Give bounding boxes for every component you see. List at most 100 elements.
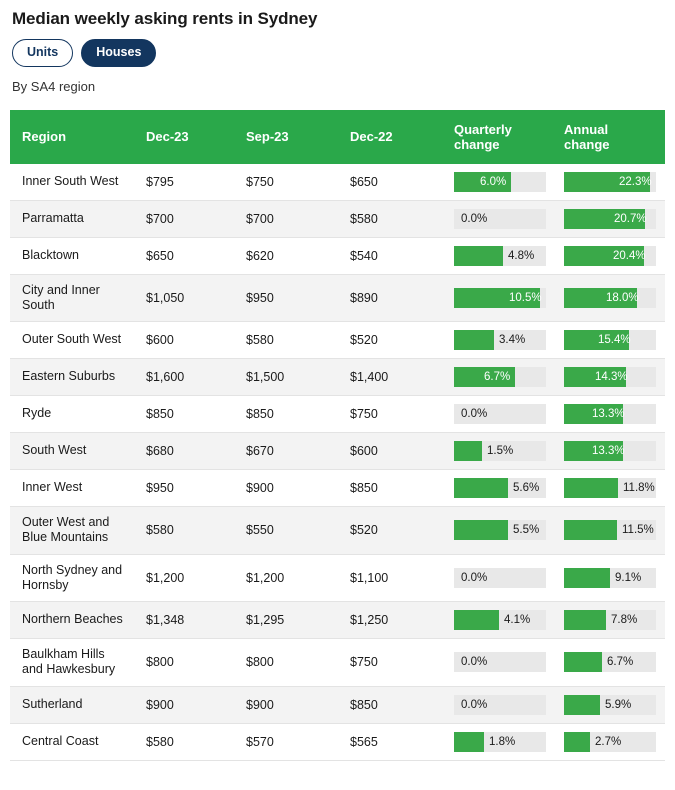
cell-sep23: $1,500 xyxy=(236,358,340,396)
cell-dec23: $900 xyxy=(136,686,236,724)
bar-value-label: 6.7% xyxy=(484,371,511,383)
table-header: Region Dec-23 Sep-23 Dec-22 Quarterly ch… xyxy=(10,109,665,164)
cell-region: Outer South West xyxy=(10,321,136,359)
bar-value-label: 6.0% xyxy=(480,175,507,188)
bar-track: 5.5% xyxy=(454,520,546,541)
table-row: Eastern Suburbs $1,600 $1,500 $1,400 6.7% 14.… xyxy=(10,358,665,396)
bar-fill xyxy=(454,330,494,350)
bar-track: 0.0% xyxy=(454,694,546,715)
cell-dec23: $1,200 xyxy=(136,554,236,602)
cell-region: Northern Beaches xyxy=(10,601,136,639)
column-header-sep23: Sep-23 xyxy=(236,109,340,164)
table-container: Region Dec-23 Sep-23 Dec-22 Quarterly ch… xyxy=(0,94,675,761)
toggle-houses[interactable]: Houses xyxy=(81,39,157,67)
cell-quarterly-change: 4.1% xyxy=(444,601,554,639)
cell-region: South West xyxy=(10,432,136,470)
table-row: Outer West and Blue Mountains $580 $550 $52… xyxy=(10,506,665,555)
cell-dec23: $600 xyxy=(136,321,236,359)
bar-value-label: 13.3% xyxy=(592,408,625,420)
bar-value-label: 11.8% xyxy=(623,482,655,494)
bar-fill xyxy=(454,245,503,266)
page-subtitle: By SA4 region xyxy=(12,78,96,94)
bar-value-label: 5.6% xyxy=(513,482,540,494)
cell-sep23: $580 xyxy=(236,321,340,359)
rent-table-page: Median weekly asking rents in Sydney Uni… xyxy=(0,0,675,790)
bar-fill xyxy=(564,694,600,715)
bar-value-label: 0.0% xyxy=(461,408,488,420)
cell-dec22: $600 xyxy=(340,432,444,470)
bar-track: 13.3% xyxy=(564,441,656,461)
cell-annual-change: 22.3% xyxy=(554,163,665,201)
cell-sep23: $1,200 xyxy=(236,554,340,602)
bar-value-label: 10.5% xyxy=(509,291,542,304)
cell-dec23: $1,600 xyxy=(136,358,236,396)
bar-track: 3.4% xyxy=(454,330,546,350)
cell-dec22: $850 xyxy=(340,469,444,507)
bar-track: 6.0% xyxy=(454,171,546,192)
rent-table: Region Dec-23 Sep-23 Dec-22 Quarterly ch… xyxy=(10,109,665,761)
table-header-row: Region Dec-23 Sep-23 Dec-22 Quarterly ch… xyxy=(10,109,665,164)
table-row: Northern Beaches $1,348 $1,295 $1,250 4.1% 7.… xyxy=(10,601,665,639)
bar-track: 9.1% xyxy=(564,567,656,588)
bar-track: 11.5% xyxy=(564,520,656,541)
bar-track: 1.8% xyxy=(454,731,546,752)
bar-value-label: 20.4% xyxy=(613,249,646,262)
cell-annual-change: 18.0% xyxy=(554,274,665,322)
cell-sep23: $850 xyxy=(236,395,340,433)
cell-sep23: $950 xyxy=(236,274,340,322)
table-row: North Sydney and Hornsby $1,200 $1,200 $1,1… xyxy=(10,554,665,602)
cell-dec23: $650 xyxy=(136,237,236,275)
cell-quarterly-change: 3.4% xyxy=(444,321,554,359)
bar-value-label: 3.4% xyxy=(499,334,526,346)
cell-sep23: $750 xyxy=(236,163,340,201)
bar-value-label: 2.7% xyxy=(595,735,622,748)
cell-region: Inner West xyxy=(10,469,136,507)
bar-value-label: 1.5% xyxy=(487,445,514,457)
cell-dec23: $680 xyxy=(136,432,236,470)
cell-dec22: $520 xyxy=(340,321,444,359)
cell-annual-change: 20.7% xyxy=(554,200,665,238)
column-header-quarterly-change: Quarterly change xyxy=(444,109,554,164)
bar-track: 6.7% xyxy=(454,367,546,387)
bar-value-label: 22.3% xyxy=(619,175,652,188)
bar-track: 18.0% xyxy=(564,287,656,308)
cell-annual-change: 20.4% xyxy=(554,237,665,275)
bar-value-label: 4.8% xyxy=(508,249,535,262)
bar-fill xyxy=(454,610,499,630)
cell-region: Parramatta xyxy=(10,200,136,238)
cell-quarterly-change: 1.5% xyxy=(444,432,554,470)
table-row: South West $680 $670 $600 1.5% 13.3% xyxy=(10,432,665,470)
cell-dec23: $795 xyxy=(136,163,236,201)
cell-region: City and Inner South xyxy=(10,274,136,322)
bar-fill xyxy=(564,478,618,498)
cell-quarterly-change: 5.6% xyxy=(444,469,554,507)
cell-quarterly-change: 6.7% xyxy=(444,358,554,396)
cell-quarterly-change: 0.0% xyxy=(444,395,554,433)
cell-dec22: $750 xyxy=(340,395,444,433)
cell-dec22: $580 xyxy=(340,200,444,238)
bar-value-label: 5.5% xyxy=(513,524,540,537)
bar-track: 4.1% xyxy=(454,610,546,630)
bar-value-label: 14.3% xyxy=(595,371,628,383)
cell-annual-change: 13.3% xyxy=(554,395,665,433)
cell-dec23: $1,348 xyxy=(136,601,236,639)
cell-sep23: $550 xyxy=(236,506,340,555)
table-row: Inner West $950 $900 $850 5.6% 11.8% xyxy=(10,469,665,507)
cell-quarterly-change: 0.0% xyxy=(444,554,554,602)
toggle-units[interactable]: Units xyxy=(12,39,74,67)
cell-annual-change: 11.8% xyxy=(554,469,665,507)
cell-annual-change: 6.7% xyxy=(554,638,665,687)
cell-quarterly-change: 0.0% xyxy=(444,200,554,238)
bar-value-label: 20.7% xyxy=(614,212,647,225)
page-title: Median weekly asking rents in Sydney xyxy=(12,9,318,28)
bar-track: 20.4% xyxy=(564,245,656,266)
cell-region: Baulkham Hills and Hawkesbury xyxy=(10,638,136,687)
table-row: Blacktown $650 $620 $540 4.8% 20.4% xyxy=(10,237,665,275)
bar-value-label: 7.8% xyxy=(611,614,638,626)
cell-dec23: $950 xyxy=(136,469,236,507)
cell-sep23: $1,295 xyxy=(236,601,340,639)
bar-track: 14.3% xyxy=(564,367,656,387)
cell-annual-change: 2.7% xyxy=(554,723,665,761)
cell-region: Central Coast xyxy=(10,723,136,761)
cell-annual-change: 13.3% xyxy=(554,432,665,470)
